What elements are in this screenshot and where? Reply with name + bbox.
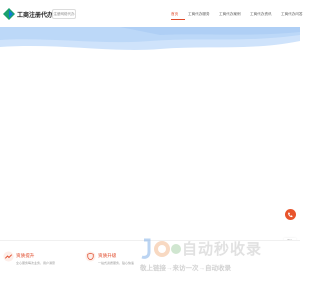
main-nav: 首页 工商代办服务 工商代办案例 工商代办资讯 工商代办问答 bbox=[171, 11, 309, 21]
site-logo-icon[interactable] bbox=[3, 8, 15, 20]
feature-title: 资质提升 bbox=[16, 253, 35, 258]
shield-icon bbox=[85, 251, 96, 262]
nav-item-services[interactable]: 工商代办服务 bbox=[188, 11, 216, 20]
banner-wave-decoration bbox=[0, 27, 300, 50]
feature-title: 资质升级 bbox=[98, 253, 117, 258]
hero-banner bbox=[0, 27, 300, 240]
nav-item-home[interactable]: 首页 bbox=[171, 11, 185, 20]
nav-item-cases[interactable]: 工商代办案例 bbox=[219, 11, 247, 20]
watermark-logo-icon bbox=[141, 238, 181, 259]
nav-item-news[interactable]: 工商代办资讯 bbox=[250, 11, 278, 20]
feature-desc: 全心服务每次业务，用户满意 bbox=[16, 261, 56, 265]
site-header: 工商注册代办 注册网络代办 首页 工商代办服务 工商代办案例 工商代办资讯 工商… bbox=[0, 0, 303, 30]
watermark-subtitle: 敬上链接→来访一次→自动收录 bbox=[140, 265, 231, 272]
feature-item[interactable]: 资质提升 全心服务每次业务，用户满意 bbox=[0, 241, 82, 275]
site-title[interactable]: 工商注册代办 bbox=[17, 10, 53, 19]
nav-item-faq[interactable]: 工商代办问答 bbox=[281, 11, 309, 20]
trend-icon bbox=[3, 251, 14, 262]
feature-desc: 一站式资质服务，贴心快速 bbox=[98, 261, 135, 265]
watermark-title: 自动秒收录 bbox=[182, 241, 263, 258]
site-tag: 注册网络代办 bbox=[52, 9, 76, 19]
phone-icon bbox=[288, 212, 293, 217]
watermark: 自动秒收录 敬上链接→来访一次→自动收录 bbox=[134, 236, 284, 276]
float-phone-button[interactable] bbox=[284, 209, 296, 220]
